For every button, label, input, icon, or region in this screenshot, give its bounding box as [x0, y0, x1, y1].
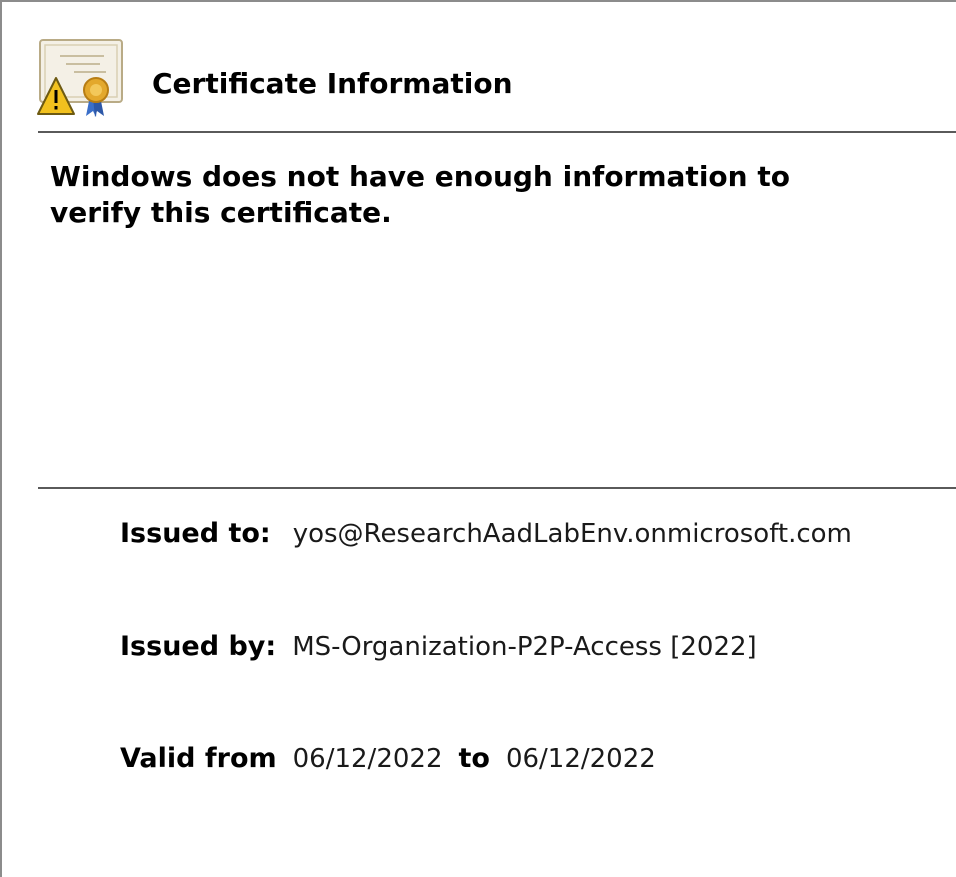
page-title: Certificate Information	[152, 67, 513, 100]
certificate-warning-icon	[37, 39, 123, 117]
divider-top	[38, 131, 956, 133]
issued-to-value: yos@ResearchAadLabEnv.onmicrosoft.com	[292, 519, 852, 549]
issued-by-label: Issued by:	[120, 631, 277, 662]
validity-row: Valid from 06/12/2022 to 06/12/2022	[120, 739, 656, 779]
valid-from-label: Valid from	[120, 743, 277, 774]
issued-by-value: MS-Organization-P2P-Access [2022]	[292, 632, 757, 662]
issued-to-row: Issued to: yos@ResearchAadLabEnv.onmicros…	[120, 514, 852, 554]
valid-to-value: 06/12/2022	[505, 744, 656, 774]
header: Certificate Information	[2, 2, 956, 130]
divider-bottom	[38, 487, 956, 489]
valid-from-value: 06/12/2022	[292, 744, 443, 774]
valid-to-label: to	[458, 743, 490, 774]
issued-to-label: Issued to:	[120, 518, 271, 549]
certificate-info-panel: Certificate Information Windows does not…	[0, 0, 956, 877]
issued-by-row: Issued by: MS-Organization-P2P-Access [20…	[120, 627, 757, 667]
verification-warning-message: Windows does not have enough information…	[50, 160, 790, 229]
